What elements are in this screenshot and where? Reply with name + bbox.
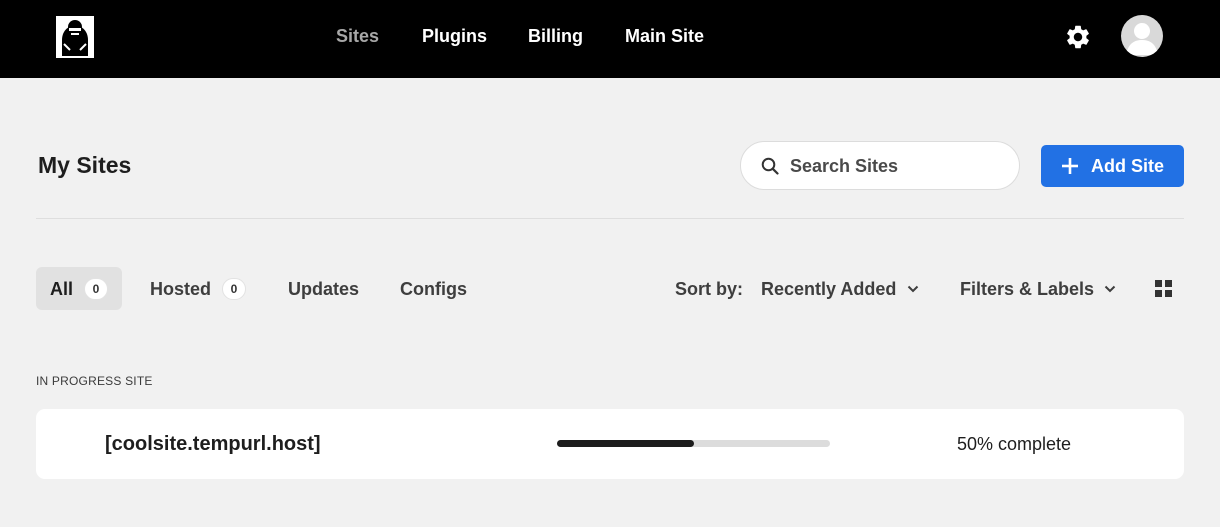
filters-labels-label: Filters & Labels [960,279,1095,299]
add-site-button[interactable]: Add Site [1041,145,1184,187]
search-box[interactable] [740,141,1020,190]
tab-configs-label: Configs [400,279,467,299]
tab-all-count-badge: 0 [84,278,108,300]
site-name: [coolsite.tempurl.host] [105,433,321,455]
tab-hosted-count-badge: 0 [222,278,246,300]
nav-main-site[interactable]: Main Site [625,25,704,47]
nav-sites[interactable]: Sites [336,25,379,47]
search-icon [761,157,779,175]
tab-hosted-label: Hosted [150,279,212,299]
gorilla-logo-icon[interactable] [56,16,94,58]
progress-bar [557,440,830,447]
progress-status-text: 50% complete [957,434,1072,454]
grid-view-icon[interactable] [1155,280,1172,297]
add-site-label: Add Site [1091,156,1165,176]
tab-updates[interactable]: Updates [274,267,374,310]
chevron-down-icon [1104,285,1116,293]
sort-by-label: Sort by: [675,279,744,299]
nav-plugins[interactable]: Plugins [422,25,487,47]
user-avatar[interactable] [1121,15,1163,57]
chevron-down-icon [907,285,919,293]
in-progress-site-card[interactable]: [coolsite.tempurl.host] 50% complete [36,409,1184,479]
top-navigation-bar: Sites Plugins Billing Main Site [0,0,1220,78]
sort-dropdown[interactable]: Recently Added [761,278,921,300]
in-progress-section-label: IN PROGRESS SITE [36,374,153,388]
plus-icon [1062,158,1078,174]
tab-all-label: All [50,279,74,299]
search-input[interactable] [790,154,1000,178]
page-title: My Sites [38,152,132,178]
header-divider [36,218,1184,219]
nav-billing[interactable]: Billing [528,25,583,47]
filters-labels-dropdown[interactable]: Filters & Labels [960,278,1120,300]
sort-dropdown-value: Recently Added [761,279,897,299]
tab-configs[interactable]: Configs [386,267,481,310]
tab-updates-label: Updates [288,279,360,299]
tab-hosted[interactable]: Hosted 0 [136,267,258,310]
progress-bar-fill [557,440,694,447]
tab-all[interactable]: All 0 [36,267,122,310]
gear-icon[interactable] [1064,23,1092,51]
